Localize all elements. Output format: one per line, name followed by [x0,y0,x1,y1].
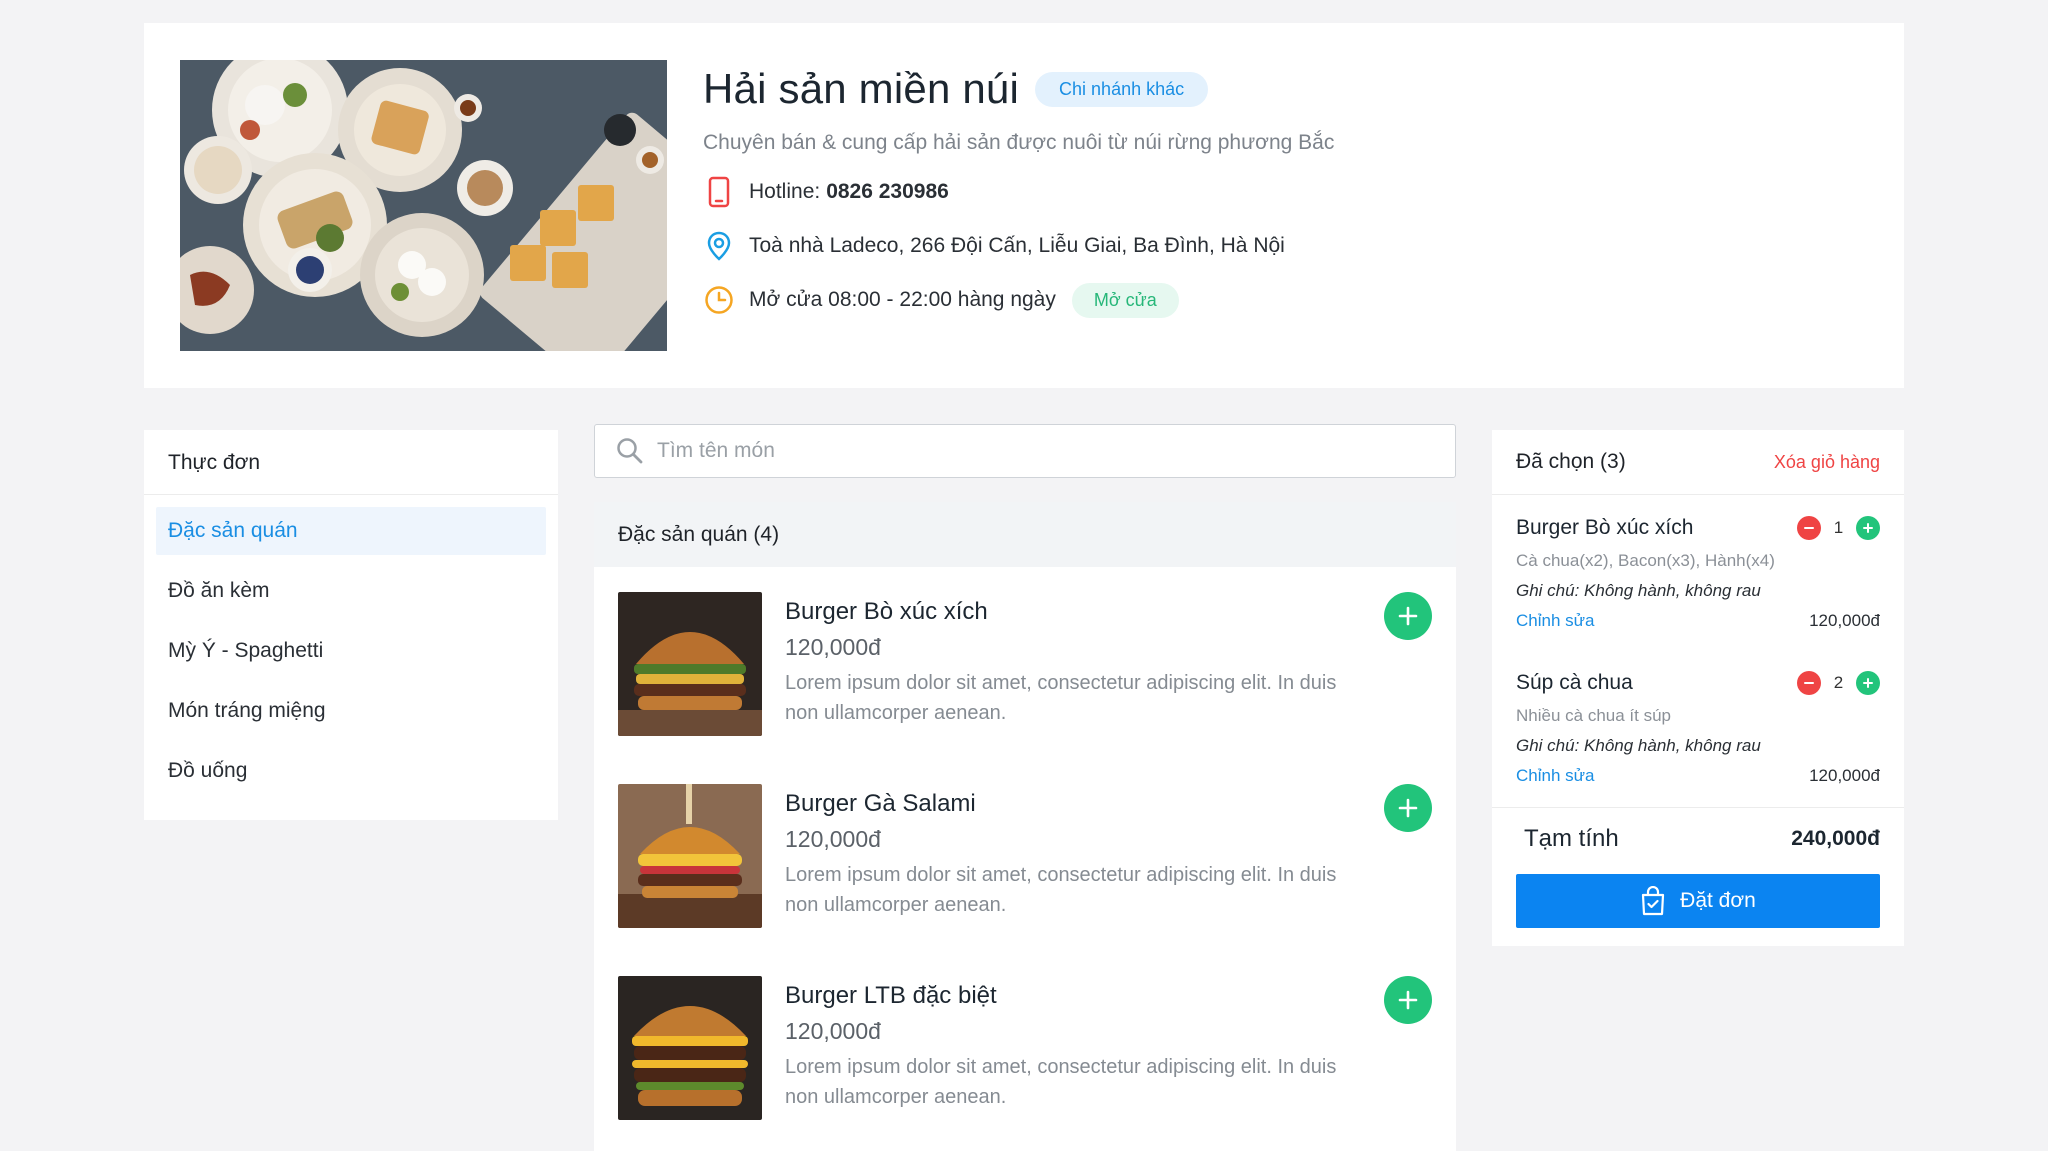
restaurant-cover-image [180,60,667,351]
hotline-row: Hotline: 0826 230986 [703,175,1864,209]
dish-name: Burger LTB đặc biệt [785,982,997,1009]
category-title: Đặc sản quán (4) [594,502,1456,567]
dish-price: 120,000đ [785,826,881,852]
dish-item: Burger Gà Salami 120,000đ Lorem ipsum do… [618,784,1432,928]
increase-quantity-button[interactable] [1856,516,1880,540]
plus-icon [1398,798,1418,818]
search-bar [594,424,1456,478]
restaurant-info: Hải sản miền núi Chi nhánh khác Chuyên b… [703,61,1864,318]
search-icon [615,436,645,466]
restaurant-description: Chuyên bán & cung cấp hải sản được nuôi … [703,131,1335,154]
dish-price: 120,000đ [785,634,881,660]
menu-item-side-dishes[interactable]: Đồ ăn kèm [156,567,546,615]
restaurant-name: Hải sản miền núi [703,65,1020,112]
cart-item-price: 120,000đ [1809,766,1880,785]
menu-item-specialties[interactable]: Đặc sản quán [156,507,546,555]
quantity-value: 1 [1833,518,1844,537]
dish-description: Lorem ipsum dolor sit amet, consectetur … [785,864,1337,916]
edit-item-link[interactable]: Chỉnh sửa [1516,611,1594,631]
dish-image[interactable] [618,592,762,736]
quantity-stepper: 2 [1797,671,1880,695]
add-to-cart-button[interactable] [1384,976,1432,1024]
decrease-quantity-button[interactable] [1797,671,1821,695]
subtotal-label: Tạm tính [1524,825,1619,852]
plus-icon [1863,523,1873,533]
cart-item-price: 120,000đ [1809,611,1880,630]
dish-item: Burger Bò xúc xích 120,000đ Lorem ipsum … [618,592,1432,736]
address-text: Toà nhà Ladeco, 266 Đội Cấn, Liễu Giai, … [749,234,1285,257]
place-order-button[interactable]: Đặt đơn [1516,874,1880,928]
search-input[interactable] [657,439,1357,463]
menu-title: Thực đơn [144,430,558,495]
increase-quantity-button[interactable] [1856,671,1880,695]
dish-price: 120,000đ [785,1018,881,1044]
add-to-cart-button[interactable] [1384,592,1432,640]
hotline-number[interactable]: 0826 230986 [826,180,949,204]
address-row: Toà nhà Ladeco, 266 Đội Cấn, Liễu Giai, … [703,229,1864,263]
quantity-stepper: 1 [1797,516,1880,540]
dish-description: Lorem ipsum dolor sit amet, consectetur … [785,672,1337,724]
cart-panel: Đã chọn (3) Xóa giỏ hàng Burger Bò xúc x… [1492,430,1904,946]
menu-item-spaghetti[interactable]: Mỳ Ý - Spaghetti [156,627,546,675]
dish-description: Lorem ipsum dolor sit amet, consectetur … [785,1056,1337,1108]
minus-icon [1804,527,1814,529]
hours-row: Mở cửa 08:00 - 22:00 hàng ngày Mở cửa [703,282,1864,318]
subtotal-value: 240,000đ [1791,827,1880,850]
decrease-quantity-button[interactable] [1797,516,1821,540]
opening-hours: Mở cửa 08:00 - 22:00 hàng ngày [749,288,1056,311]
subtotal-row: Tạm tính 240,000đ [1524,825,1880,853]
shopping-bag-check-icon [1640,886,1666,916]
dish-image[interactable] [618,784,762,928]
dish-item: Burger LTB đặc biệt 120,000đ Lorem ipsum… [618,976,1432,1120]
cart-item-name: Burger Bò xúc xích [1516,516,1694,539]
menu-item-desserts[interactable]: Món tráng miệng [156,687,546,735]
dish-name: Burger Bò xúc xích [785,598,988,625]
plus-icon [1398,606,1418,626]
cart-divider [1492,807,1904,808]
cart-item-options: Nhiều cà chua ít súp [1516,706,1671,725]
cart-header: Đã chọn (3) Xóa giỏ hàng [1492,430,1904,495]
dish-list: Đặc sản quán (4) Burger Bò xúc xích 120,… [594,502,1456,1151]
clear-cart-button[interactable]: Xóa giỏ hàng [1774,452,1880,473]
edit-item-link[interactable]: Chỉnh sửa [1516,766,1594,786]
cart-title: Đã chọn (3) [1516,450,1626,473]
open-status-badge: Mở cửa [1071,282,1179,318]
cart-item-note: Ghi chú: Không hành, không rau [1516,736,1761,755]
restaurant-header: Hải sản miền núi Chi nhánh khác Chuyên b… [144,23,1904,388]
cart-item-options: Cà chua(x2), Bacon(x3), Hành(x4) [1516,551,1775,570]
other-branch-button[interactable]: Chi nhánh khác [1035,71,1209,107]
cart-item-note: Ghi chú: Không hành, không rau [1516,581,1761,600]
place-order-label: Đặt đơn [1680,889,1756,912]
plus-icon [1863,678,1873,688]
menu-list: Đặc sản quán Đồ ăn kèm Mỳ Ý - Spaghetti … [144,495,558,795]
quantity-value: 2 [1833,673,1844,692]
dish-image[interactable] [618,976,762,1120]
map-pin-icon [703,229,735,263]
menu-sidebar: Thực đơn Đặc sản quán Đồ ăn kèm Mỳ Ý - S… [144,430,558,820]
minus-icon [1804,682,1814,684]
add-to-cart-button[interactable] [1384,784,1432,832]
title-row: Hải sản miền núi Chi nhánh khác [703,61,1864,117]
plus-icon [1398,990,1418,1010]
menu-item-drinks[interactable]: Đồ uống [156,747,546,795]
cart-item-name: Súp cà chua [1516,671,1633,694]
dish-name: Burger Gà Salami [785,790,976,817]
clock-icon [703,283,735,317]
hotline-label: Hotline: [749,180,821,203]
phone-icon [703,175,735,209]
